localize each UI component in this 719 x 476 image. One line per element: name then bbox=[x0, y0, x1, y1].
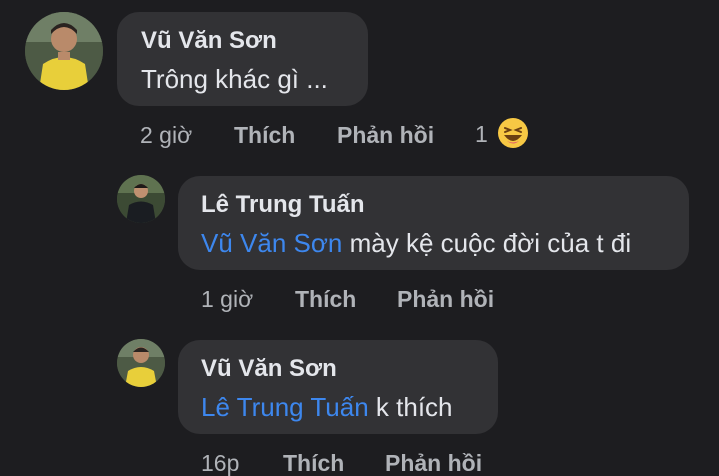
comment-timestamp[interactable]: 16p bbox=[201, 450, 239, 476]
comment-text: Trông khác gì ... bbox=[141, 64, 328, 94]
comment-text-body: mày kệ cuộc đời của t đi bbox=[342, 228, 632, 258]
reply-button[interactable]: Phản hồi bbox=[385, 450, 482, 476]
comment-timestamp[interactable]: 1 giờ bbox=[201, 286, 253, 313]
comment-timestamp[interactable]: 2 giờ bbox=[140, 122, 192, 149]
profile-photo bbox=[25, 12, 103, 90]
comment-text: Vũ Văn Sơn mày kệ cuộc đời của t đi bbox=[201, 228, 631, 259]
comment-text-body: k thích bbox=[368, 392, 453, 422]
profile-photo bbox=[117, 339, 165, 387]
comment-thread: Vũ Văn Sơn Trông khác gì ... 2 giờ Thích… bbox=[0, 0, 719, 476]
profile-photo bbox=[117, 175, 165, 223]
avatar[interactable] bbox=[25, 12, 103, 90]
comment-author[interactable]: Vũ Văn Sơn bbox=[141, 27, 277, 55]
like-button[interactable]: Thích bbox=[295, 286, 356, 313]
reaction-count[interactable]: 1 bbox=[475, 121, 488, 148]
mention-link[interactable]: Lê Trung Tuấn bbox=[201, 392, 369, 422]
avatar[interactable] bbox=[117, 339, 165, 387]
avatar[interactable] bbox=[117, 175, 165, 223]
comment-author[interactable]: Lê Trung Tuấn bbox=[201, 191, 365, 219]
like-button[interactable]: Thích bbox=[234, 122, 295, 149]
mention-link[interactable]: Vũ Văn Sơn bbox=[201, 228, 342, 258]
reply-button[interactable]: Phản hồi bbox=[397, 286, 494, 313]
haha-emoji-icon[interactable] bbox=[497, 117, 529, 149]
comment-text: Lê Trung Tuấn k thích bbox=[201, 392, 453, 423]
reply-button[interactable]: Phản hồi bbox=[337, 122, 434, 149]
like-button[interactable]: Thích bbox=[283, 450, 344, 476]
comment-author[interactable]: Vũ Văn Sơn bbox=[201, 355, 337, 383]
